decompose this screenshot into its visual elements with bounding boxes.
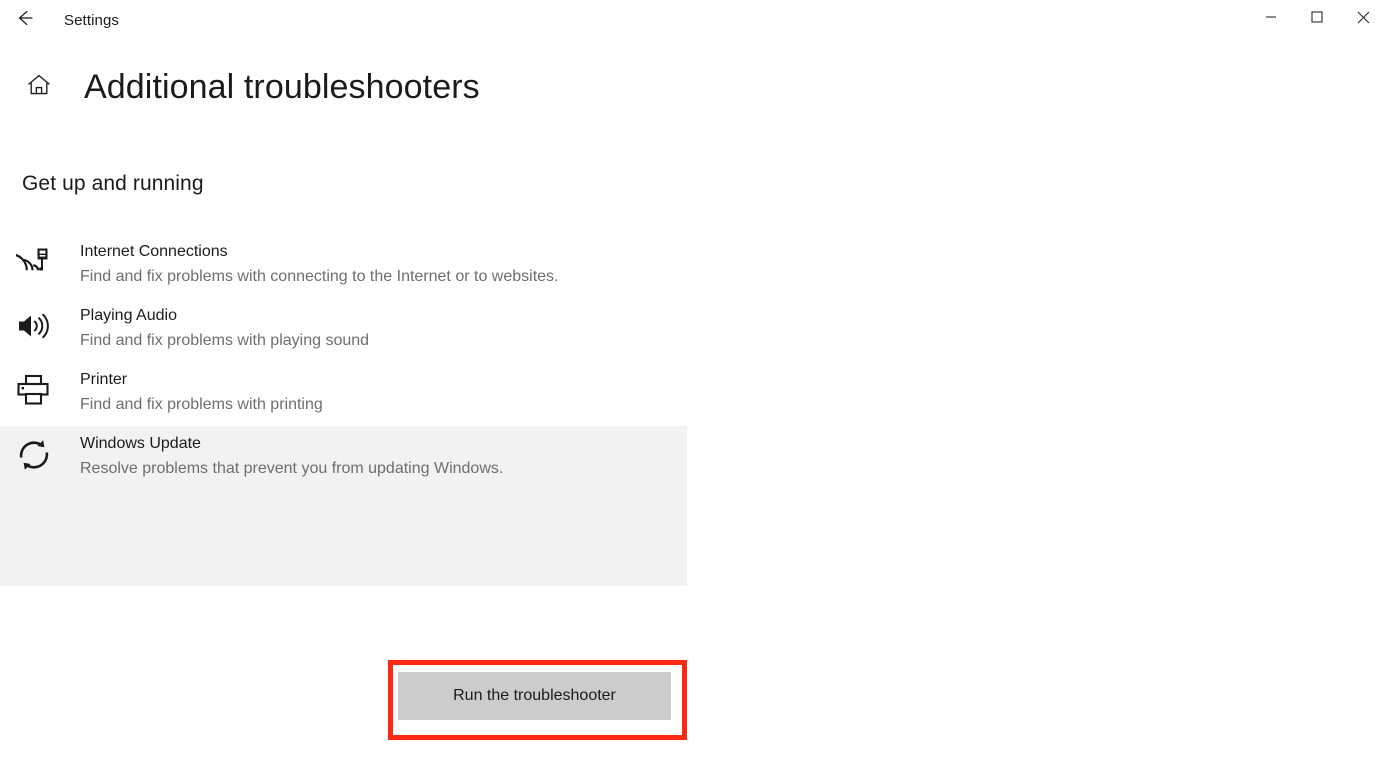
printer-icon: [16, 370, 62, 407]
page-header: Additional troubleshooters: [22, 68, 480, 106]
maximize-icon: [1311, 11, 1323, 23]
refresh-sync-icon: [16, 434, 62, 473]
maximize-button[interactable]: [1294, 0, 1340, 34]
list-item-title: Windows Update: [80, 435, 201, 452]
list-item[interactable]: Playing Audio Find and fix problems with…: [0, 298, 687, 362]
list-item-description: Find and fix problems with printing: [80, 396, 323, 413]
page-title: Additional troubleshooters: [84, 68, 480, 106]
list-item-title: Printer: [80, 371, 128, 388]
list-item-description: Resolve problems that prevent you from u…: [80, 460, 504, 477]
list-item[interactable]: Printer Find and fix problems with print…: [0, 362, 687, 426]
home-button[interactable]: [22, 68, 56, 106]
back-button[interactable]: [2, 4, 48, 36]
title-bar: Settings: [0, 0, 1386, 40]
close-icon: [1357, 11, 1370, 24]
app-title: Settings: [64, 11, 119, 29]
home-icon: [26, 72, 52, 103]
speaker-audio-icon: [16, 306, 62, 343]
list-item-action-area: [80, 480, 503, 576]
list-item-text: Windows Update Resolve problems that pre…: [80, 434, 513, 576]
list-item-title: Playing Audio: [80, 307, 177, 324]
wifi-network-icon: [16, 242, 62, 279]
back-arrow-icon: [14, 7, 36, 34]
list-item-description: Find and fix problems with connecting to…: [80, 268, 559, 285]
section-heading: Get up and running: [22, 172, 204, 195]
minimize-button[interactable]: [1248, 0, 1294, 34]
list-item-windows-update[interactable]: Windows Update Resolve problems that pre…: [0, 426, 687, 586]
minimize-icon: [1265, 11, 1277, 23]
list-item-description: Find and fix problems with playing sound: [80, 332, 370, 349]
close-button[interactable]: [1340, 0, 1386, 34]
list-item-title: Internet Connections: [80, 243, 228, 260]
list-item[interactable]: Internet Connections Find and fix proble…: [0, 234, 687, 298]
run-troubleshooter-button[interactable]: Run the troubleshooter: [398, 672, 671, 720]
list-item-text: Internet Connections Find and fix proble…: [80, 242, 568, 288]
troubleshooter-list: Internet Connections Find and fix proble…: [0, 234, 900, 586]
window-controls: [1248, 0, 1386, 34]
list-item-text: Playing Audio Find and fix problems with…: [80, 306, 379, 352]
list-item-text: Printer Find and fix problems with print…: [80, 370, 333, 416]
